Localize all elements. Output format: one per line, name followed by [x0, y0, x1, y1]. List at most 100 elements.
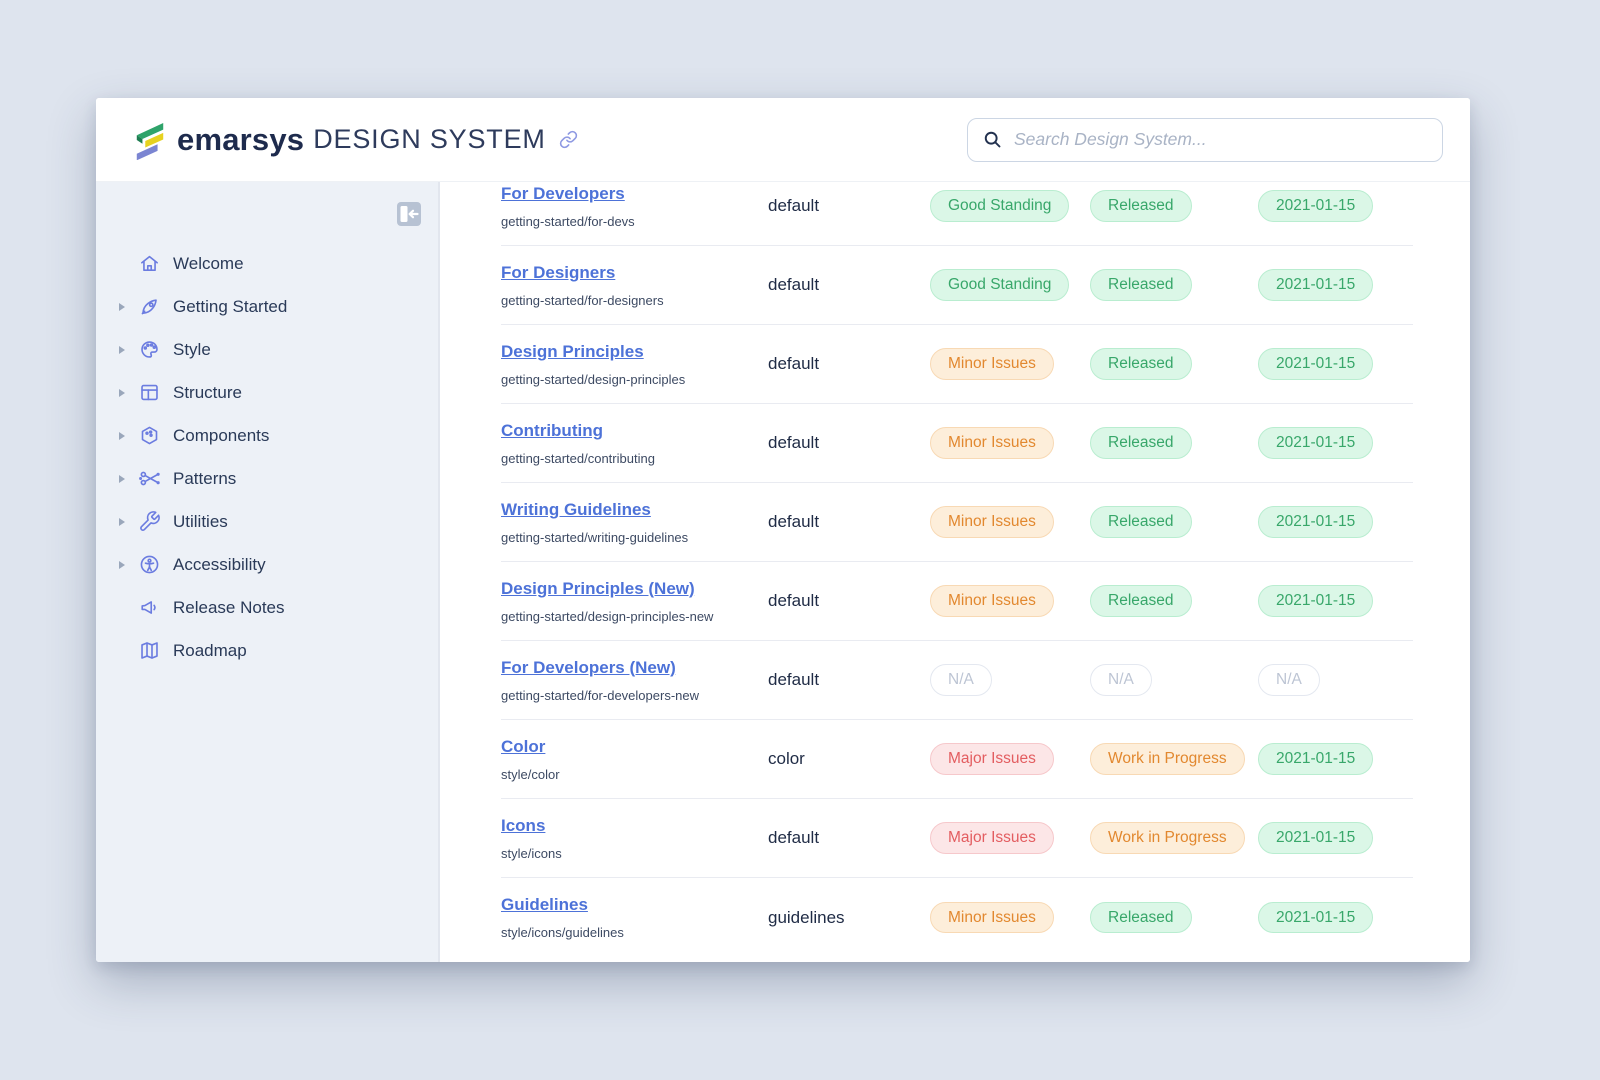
sidebar-item-structure[interactable]: Structure	[96, 371, 438, 414]
status-badge: Minor Issues	[930, 506, 1054, 538]
table-row: Writing Guidelines getting-started/writi…	[501, 483, 1413, 562]
doc-path: getting-started/design-principles-new	[501, 609, 768, 624]
table-row: Contributing getting-started/contributin…	[501, 404, 1413, 483]
megaphone-icon	[138, 596, 161, 619]
table-row: Color style/color color Major Issues Wor…	[501, 720, 1413, 799]
date-badge: 2021-01-15	[1258, 743, 1373, 775]
doc-title-link[interactable]: Contributing	[501, 421, 603, 440]
variant-cell: default	[768, 196, 930, 216]
chevron-right-icon[interactable]	[116, 389, 128, 397]
search-box[interactable]	[967, 118, 1443, 162]
doc-table-body: For Developers getting-started/for-devs …	[440, 182, 1470, 957]
collapse-sidebar-button[interactable]	[396, 201, 422, 227]
date-badge: 2021-01-15	[1258, 902, 1373, 934]
status-badge: Major Issues	[930, 743, 1054, 775]
doc-path: style/icons/guidelines	[501, 925, 768, 940]
sidebar: Welcome Getting Started Style Structure …	[96, 182, 440, 962]
status-badge: Minor Issues	[930, 427, 1054, 459]
release-badge: Released	[1090, 506, 1192, 538]
collapse-sidebar-icon	[396, 201, 422, 227]
date-badge: 2021-01-15	[1258, 822, 1373, 854]
chevron-right-icon[interactable]	[116, 432, 128, 440]
table-row: For Designers getting-started/for-design…	[501, 246, 1413, 325]
wrench-icon	[138, 510, 161, 533]
variant-cell: default	[768, 670, 930, 690]
doc-title-link[interactable]: Design Principles (New)	[501, 579, 695, 598]
variant-cell: default	[768, 591, 930, 611]
map-icon	[138, 639, 161, 662]
date-badge: 2021-01-15	[1258, 585, 1373, 617]
page-background: emarsys DESIGN SYSTEM	[0, 0, 1600, 1080]
sidebar-item-utilities[interactable]: Utilities	[96, 500, 438, 543]
variant-cell: default	[768, 512, 930, 532]
release-badge: Work in Progress	[1090, 743, 1245, 775]
brand: emarsys DESIGN SYSTEM	[133, 120, 578, 160]
chevron-right-icon[interactable]	[116, 346, 128, 354]
table-row: Icons style/icons default Major Issues W…	[501, 799, 1413, 878]
status-badge: Major Issues	[930, 822, 1054, 854]
search-input[interactable]	[1014, 129, 1428, 150]
date-badge: 2021-01-15	[1258, 506, 1373, 538]
sidebar-item-components[interactable]: Components	[96, 414, 438, 457]
table-row: For Developers getting-started/for-devs …	[501, 182, 1413, 246]
variant-cell: default	[768, 828, 930, 848]
brand-suffix: DESIGN SYSTEM	[313, 124, 545, 155]
release-badge: Released	[1090, 902, 1192, 934]
palette-icon	[138, 338, 161, 361]
release-badge: Work in Progress	[1090, 822, 1245, 854]
app-body: Welcome Getting Started Style Structure …	[96, 182, 1470, 962]
doc-path: getting-started/design-principles	[501, 372, 768, 387]
status-badge: Good Standing	[930, 190, 1069, 222]
chevron-right-icon[interactable]	[116, 475, 128, 483]
accessibility-icon	[138, 553, 161, 576]
release-badge: Released	[1090, 585, 1192, 617]
sidebar-item-roadmap[interactable]: Roadmap	[96, 629, 438, 672]
chevron-right-icon[interactable]	[116, 303, 128, 311]
date-badge: 2021-01-15	[1258, 190, 1373, 222]
brand-name: emarsys	[177, 122, 304, 158]
app-window: emarsys DESIGN SYSTEM	[96, 98, 1470, 962]
release-badge: Released	[1090, 269, 1192, 301]
doc-title-link[interactable]: Writing Guidelines	[501, 500, 651, 519]
sidebar-item-welcome[interactable]: Welcome	[96, 242, 438, 285]
doc-path: style/icons	[501, 846, 768, 861]
release-badge: Released	[1090, 190, 1192, 222]
sidebar-item-release-notes[interactable]: Release Notes	[96, 586, 438, 629]
doc-path: getting-started/for-designers	[501, 293, 768, 308]
doc-title-link[interactable]: Color	[501, 737, 545, 756]
layout-icon	[138, 381, 161, 404]
chevron-right-icon[interactable]	[116, 518, 128, 526]
date-badge: 2021-01-15	[1258, 427, 1373, 459]
doc-title-link[interactable]: Design Principles	[501, 342, 644, 361]
doc-path: getting-started/writing-guidelines	[501, 530, 768, 545]
sidebar-nav: Welcome Getting Started Style Structure …	[96, 242, 438, 672]
status-badge: Good Standing	[930, 269, 1069, 301]
content-pane: For Developers getting-started/for-devs …	[440, 182, 1470, 962]
variant-cell: guidelines	[768, 908, 930, 928]
variant-cell: default	[768, 275, 930, 295]
components-icon	[138, 424, 161, 447]
search-icon	[982, 129, 1003, 150]
sidebar-item-getting-started[interactable]: Getting Started	[96, 285, 438, 328]
doc-path: getting-started/for-developers-new	[501, 688, 768, 703]
sidebar-item-patterns[interactable]: Patterns	[96, 457, 438, 500]
release-badge: Released	[1090, 348, 1192, 380]
doc-path: getting-started/for-devs	[501, 214, 768, 229]
table-row: Design Principles (New) getting-started/…	[501, 562, 1413, 641]
scissors-icon	[138, 467, 161, 490]
chevron-right-icon[interactable]	[116, 561, 128, 569]
date-badge: 2021-01-15	[1258, 348, 1373, 380]
sidebar-item-accessibility[interactable]: Accessibility	[96, 543, 438, 586]
doc-path: style/color	[501, 767, 768, 782]
doc-title-link[interactable]: Icons	[501, 816, 545, 835]
link-icon[interactable]	[559, 130, 578, 149]
doc-title-link[interactable]: Guidelines	[501, 895, 588, 914]
rocket-icon	[138, 295, 161, 318]
doc-title-link[interactable]: For Designers	[501, 263, 615, 282]
release-badge: Released	[1090, 427, 1192, 459]
doc-title-link[interactable]: For Developers (New)	[501, 658, 676, 677]
emarsys-logo-icon	[133, 120, 167, 160]
sidebar-item-style[interactable]: Style	[96, 328, 438, 371]
doc-title-link[interactable]: For Developers	[501, 184, 625, 203]
variant-cell: color	[768, 749, 930, 769]
